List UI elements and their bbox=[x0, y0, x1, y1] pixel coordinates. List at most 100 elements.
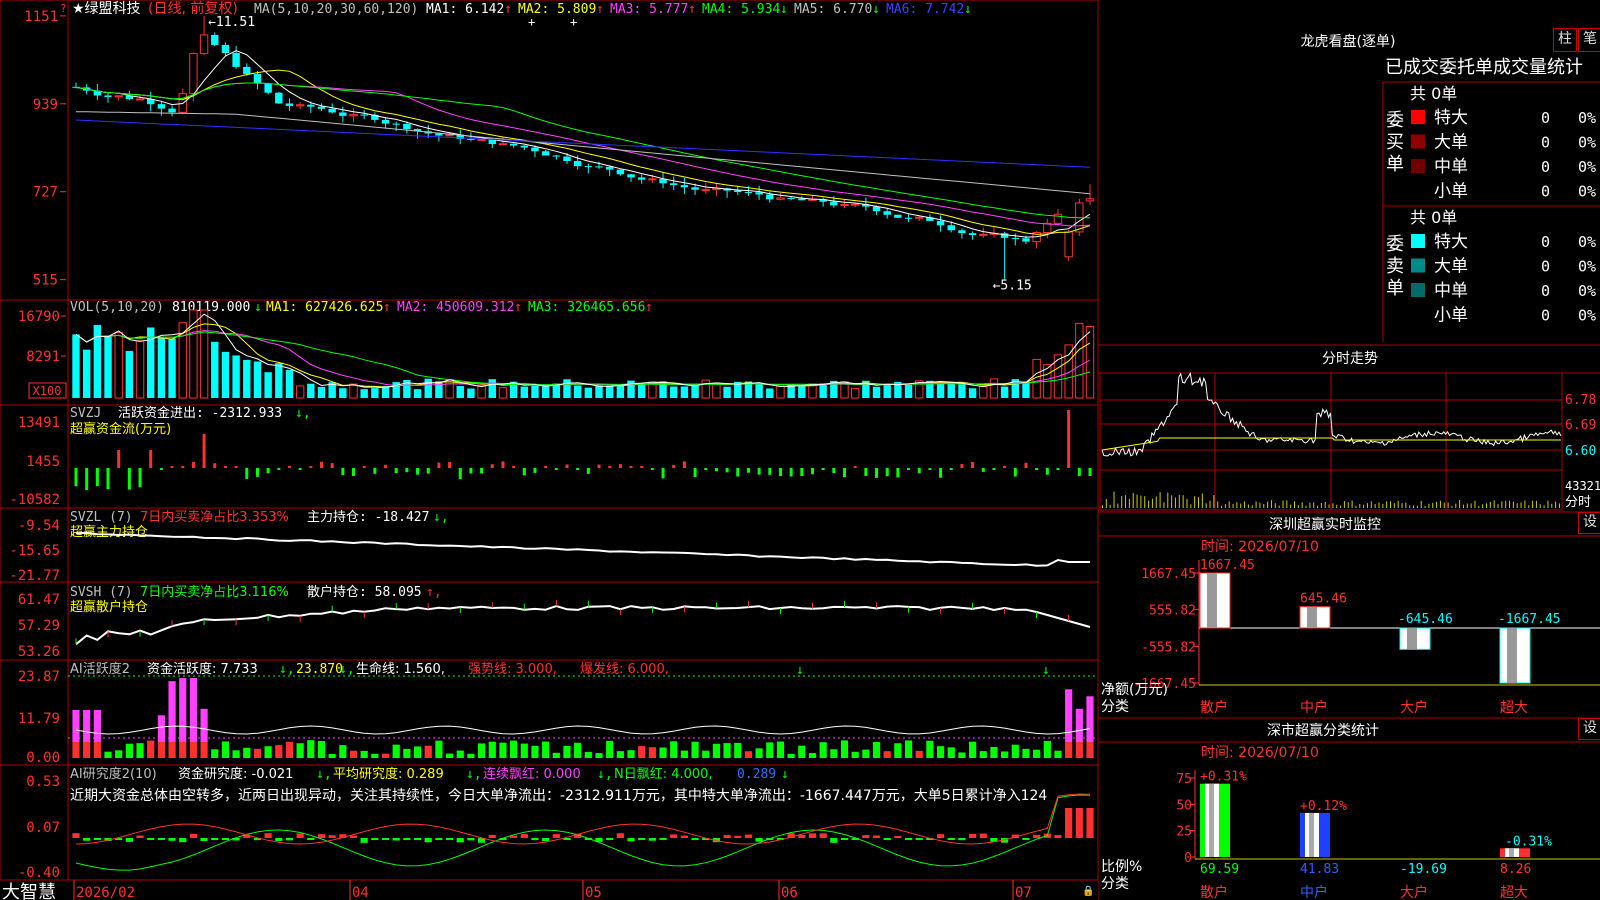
ai-active-bar bbox=[93, 710, 101, 742]
ai-research-bar bbox=[221, 838, 230, 840]
ai-active-bar bbox=[659, 747, 667, 758]
intraday-volume-bar bbox=[1178, 494, 1180, 508]
sz-monitor-settings-button[interactable]: 设 bbox=[1578, 512, 1600, 534]
svsh-tick: 61.47 bbox=[18, 592, 60, 608]
ai-research-bar bbox=[200, 838, 208, 842]
ai-research-bar bbox=[136, 835, 144, 838]
svzj-bar bbox=[1013, 468, 1017, 477]
volume-label: VOL(5,10,20) bbox=[70, 300, 164, 315]
volume-tick: 8291 bbox=[26, 349, 60, 365]
svzj-bar bbox=[512, 466, 516, 468]
candle-down bbox=[573, 160, 582, 167]
svzj-arrow: ↓, bbox=[295, 406, 311, 421]
ai-research-avg: 平均研究度: 0.289 bbox=[333, 766, 444, 782]
svzj-bar bbox=[127, 468, 131, 490]
ai-research-bar bbox=[1054, 835, 1062, 838]
svzj-bar bbox=[255, 468, 259, 477]
ai-active-strong: 强势线: 3.000, bbox=[468, 661, 557, 677]
candle-down bbox=[275, 92, 283, 104]
sz-monitor-y-tick: 555.82 bbox=[1149, 604, 1196, 619]
ai-active-tick: 23.87 bbox=[18, 669, 60, 685]
intraday-volume-bar bbox=[1117, 503, 1119, 508]
volume-bar-down bbox=[435, 381, 443, 398]
ai-active-bar bbox=[221, 741, 230, 758]
candle-up bbox=[1043, 222, 1052, 233]
ai-active-bar bbox=[104, 751, 112, 758]
ai-research-commentary: 近期大资金总体由空转多，近两日出现异动，关注其持续性，今日大单净流出：-2312… bbox=[70, 787, 1047, 804]
ai-active-line bbox=[75, 725, 1091, 735]
intraday-volume-bar bbox=[1382, 503, 1384, 508]
intraday-volume-bar bbox=[1378, 502, 1380, 508]
volume-ma-value: MA3: 326465.656 bbox=[528, 300, 645, 315]
svzj-bar bbox=[341, 468, 345, 476]
ai-research-bar bbox=[1075, 808, 1083, 838]
candle-down bbox=[670, 183, 678, 186]
ai-research-extra: 0.289 bbox=[737, 767, 776, 782]
volume-bar-down bbox=[264, 372, 272, 398]
buy-row-pct: 0% bbox=[1578, 109, 1596, 127]
ai-active-bar bbox=[862, 749, 870, 758]
dragon-tabs: 已成交委托单成交量统计 bbox=[1385, 57, 1583, 78]
volume-bar-up bbox=[1075, 322, 1084, 399]
ma-arrow: ↑ bbox=[688, 2, 696, 17]
ai-research-tick: -0.40 bbox=[18, 865, 60, 881]
volume-bar-down bbox=[104, 335, 112, 398]
ai-active-bar bbox=[990, 747, 998, 758]
candle-down bbox=[541, 151, 550, 156]
volume-bar-down bbox=[968, 388, 977, 398]
ai-active-bar bbox=[72, 710, 80, 742]
sz-class-bottom-label: 8.26 bbox=[1500, 862, 1531, 877]
sell-row-swatch bbox=[1411, 258, 1425, 273]
svzj-bar bbox=[618, 464, 622, 468]
sell-label-char: 卖 bbox=[1386, 256, 1404, 277]
volume-bar-up bbox=[850, 387, 860, 399]
sz-class-bottom-label: 69.59 bbox=[1200, 862, 1239, 877]
intraday-volume-bar bbox=[1447, 502, 1449, 508]
svzj-bar bbox=[1045, 468, 1049, 475]
ai-active-bar-base bbox=[1075, 742, 1083, 758]
candle-up bbox=[979, 233, 988, 236]
intraday-volume-bar bbox=[1155, 496, 1157, 508]
ai-active-bar bbox=[734, 742, 742, 758]
sz-class-category: 超大 bbox=[1500, 885, 1528, 900]
volume-bar-down bbox=[541, 386, 550, 398]
ai-research-bar bbox=[819, 833, 827, 838]
buy-row-swatch bbox=[1411, 159, 1425, 173]
svzj-bar bbox=[736, 468, 740, 477]
sell-total: 共 0单 bbox=[1410, 208, 1457, 227]
intraday-volume-bar bbox=[1109, 504, 1111, 508]
volume-bar-down bbox=[456, 385, 464, 398]
ma-arrow: ↑ bbox=[504, 2, 512, 17]
sz-monitor-category: 大户 bbox=[1400, 699, 1428, 716]
ai-active-bar bbox=[691, 741, 699, 758]
svzj-bar bbox=[426, 468, 430, 474]
ma-value: MA4: 5.934 bbox=[702, 2, 780, 17]
intraday-volume-bar bbox=[1282, 500, 1284, 508]
ai-research-bar bbox=[157, 838, 165, 840]
ai-research-bar bbox=[862, 835, 870, 838]
volume-bar-down bbox=[883, 385, 891, 398]
volume-bar-down bbox=[125, 350, 134, 398]
intraday-volume-bar bbox=[1374, 503, 1376, 508]
ai-active-bar bbox=[638, 746, 646, 758]
pen-mode-button[interactable]: 笔 bbox=[1578, 28, 1600, 52]
intraday-volume-bar bbox=[1328, 504, 1330, 508]
intraday-volume-bar bbox=[1332, 503, 1334, 508]
svzj-bar bbox=[522, 468, 526, 476]
sz-monitor-title: 深圳超赢实时监控 bbox=[1269, 516, 1381, 533]
ai-research-bar bbox=[264, 833, 272, 838]
sell-row-pct: 0% bbox=[1578, 282, 1596, 300]
intraday-tick: 6.78 bbox=[1565, 393, 1596, 408]
volume-bar-up bbox=[701, 379, 710, 399]
volume-bar-down bbox=[467, 388, 475, 398]
svzj-subtitle: 超赢资金流(万元) bbox=[70, 421, 171, 437]
ai-active-bar bbox=[381, 753, 390, 758]
svsh-tick: 57.29 bbox=[18, 618, 60, 634]
sz-monitor-bar-shade bbox=[1307, 606, 1317, 628]
bar-mode-button[interactable]: 柱 bbox=[1553, 28, 1577, 52]
svsh-tick: 53.26 bbox=[18, 644, 60, 660]
ai-research-bar bbox=[755, 838, 763, 842]
sz-class-settings-button[interactable]: 设 bbox=[1578, 718, 1600, 740]
sell-row-name: 中单 bbox=[1434, 281, 1468, 301]
ai-active-tick: 11.79 bbox=[18, 711, 60, 727]
